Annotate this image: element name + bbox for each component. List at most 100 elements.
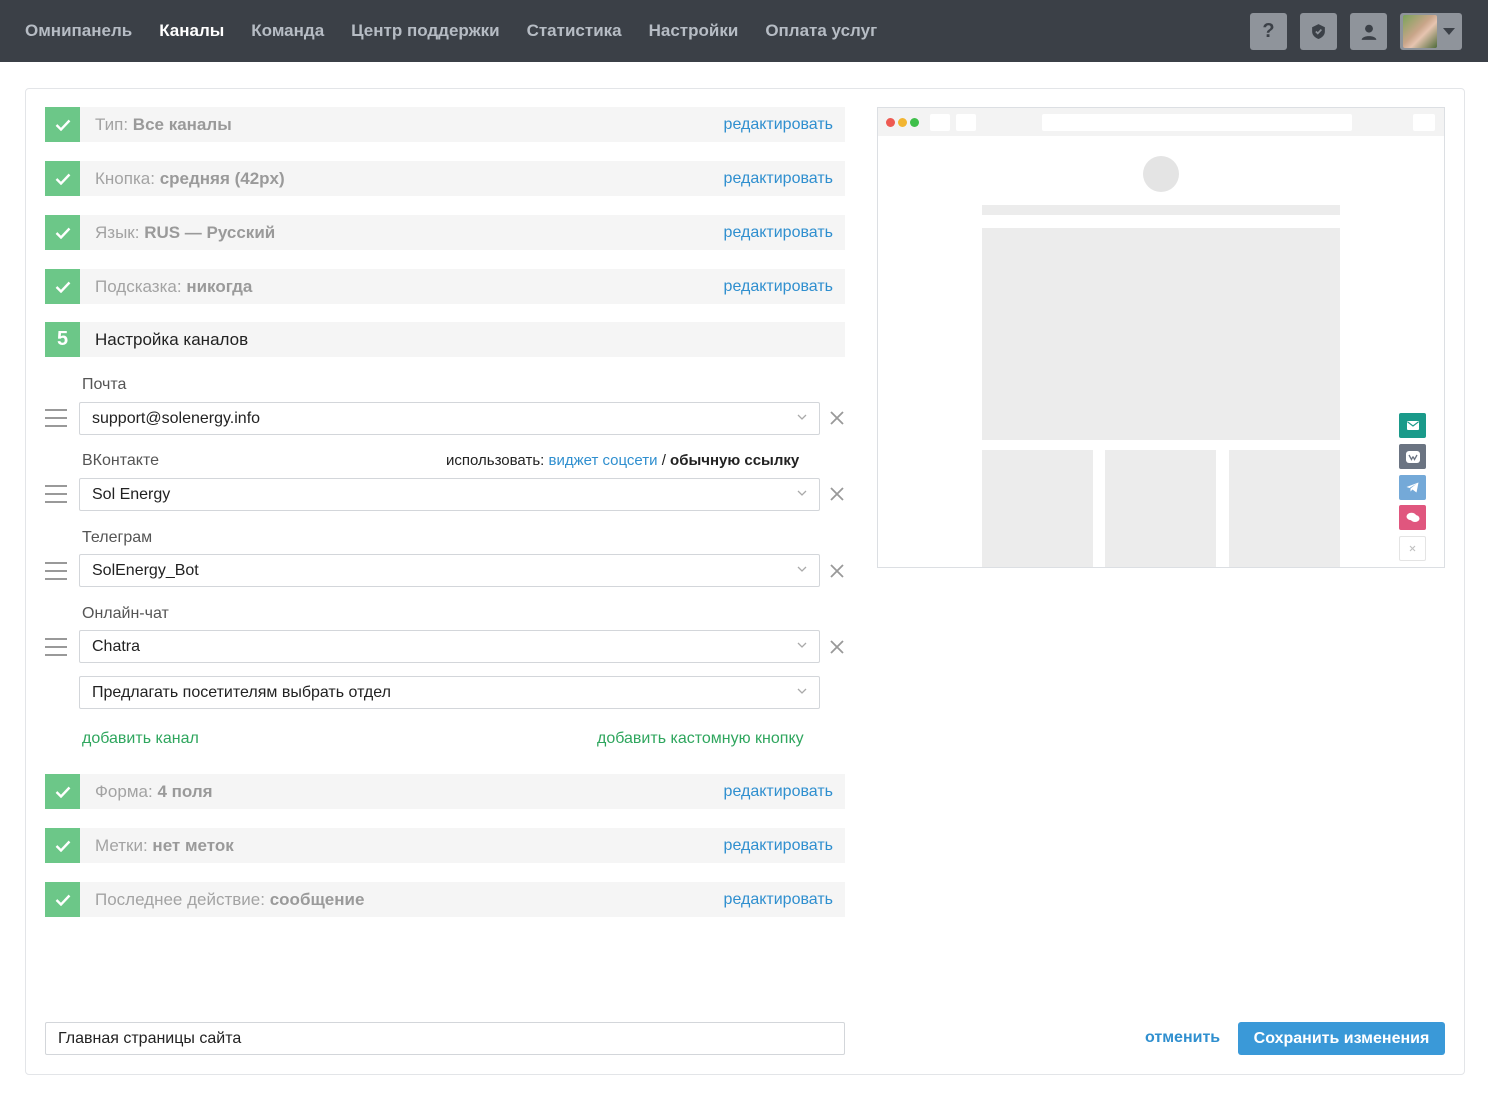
remove-telegram-icon[interactable] xyxy=(829,563,845,579)
email-select[interactable]: support@solenergy.info xyxy=(79,402,820,435)
top-icons: ? xyxy=(1237,13,1462,50)
nav-settings[interactable]: Настройки xyxy=(649,21,739,41)
close-icon xyxy=(1409,545,1416,552)
channel-label-email: Почта xyxy=(82,376,127,393)
check-icon xyxy=(45,269,80,304)
remove-vk-icon[interactable] xyxy=(829,486,845,502)
chevron-down-icon xyxy=(797,642,807,648)
nav-omnipanel[interactable]: Омнипанель xyxy=(25,21,132,41)
check-icon xyxy=(45,774,80,809)
maximize-dot xyxy=(910,118,919,127)
page-name-value: Главная страницы сайта xyxy=(58,1029,242,1047)
edit-link[interactable]: редактировать xyxy=(724,278,833,296)
shield-button[interactable] xyxy=(1300,13,1337,50)
account-menu[interactable] xyxy=(1400,13,1462,50)
preview-chat-button xyxy=(1399,505,1426,530)
chevron-down-icon xyxy=(797,688,807,694)
save-button[interactable]: Сохранить изменения xyxy=(1238,1022,1445,1055)
check-icon xyxy=(45,828,80,863)
check-icon xyxy=(45,882,80,917)
drag-handle-icon[interactable] xyxy=(45,485,67,503)
edit-link[interactable]: редактировать xyxy=(724,783,833,801)
preview-vk-button xyxy=(1399,444,1426,469)
preview-email-button xyxy=(1399,413,1426,438)
step-summary: Язык: RUS — Русский xyxy=(95,222,276,242)
remove-email-icon[interactable] xyxy=(829,410,845,426)
nav-team[interactable]: Команда xyxy=(251,21,324,41)
nav-support-center[interactable]: Центр поддержки xyxy=(351,21,499,41)
step-summary: Метки: нет меток xyxy=(95,835,234,855)
step-number: 5 xyxy=(45,322,80,357)
chevron-down-icon xyxy=(797,414,807,420)
vk-icon xyxy=(1405,450,1420,463)
vk-link-option[interactable]: обычную ссылку xyxy=(670,452,799,469)
step-summary: Подсказка: никогда xyxy=(95,276,253,296)
channel-label-vk: ВКонтакте xyxy=(82,452,159,469)
remove-online-chat-icon[interactable] xyxy=(829,639,845,655)
edit-link[interactable]: редактировать xyxy=(724,116,833,134)
nav-channels[interactable]: Каналы xyxy=(159,21,224,41)
main-nav: Омнипанель Каналы Команда Центр поддержк… xyxy=(25,0,904,62)
step-channels-setup: 5 Настройка каналов xyxy=(45,322,845,357)
step-last-action: Последнее действие: сообщение редактиров… xyxy=(45,882,845,917)
telegram-select[interactable]: SolEnergy_Bot xyxy=(79,554,820,587)
check-icon xyxy=(45,215,80,250)
step-form: Форма: 4 поля редактировать xyxy=(45,774,845,809)
vk-select-value: Sol Energy xyxy=(92,485,171,503)
widget-preview xyxy=(877,107,1445,568)
step-button: Кнопка: средняя (42px) редактировать xyxy=(45,161,845,196)
vk-widget-option[interactable]: виджет соцсети xyxy=(548,452,657,469)
email-select-value: support@solenergy.info xyxy=(92,409,261,427)
placeholder-block xyxy=(1229,450,1340,567)
close-dot xyxy=(886,118,895,127)
drag-handle-icon[interactable] xyxy=(45,562,67,580)
chevron-down-icon xyxy=(797,490,807,496)
edit-link[interactable]: редактировать xyxy=(724,891,833,909)
drag-handle-icon[interactable] xyxy=(45,409,67,427)
avatar xyxy=(1403,15,1437,48)
add-channel-link[interactable]: добавить канал xyxy=(82,730,199,748)
check-icon xyxy=(45,107,80,142)
user-icon xyxy=(1361,24,1376,40)
vk-use-separator: / xyxy=(661,452,666,469)
vk-select[interactable]: Sol Energy xyxy=(79,478,820,511)
chat-department-value: Предлагать посетителям выбрать отдел xyxy=(92,683,391,701)
help-button[interactable]: ? xyxy=(1250,13,1287,50)
vk-use-prefix: использовать: xyxy=(446,452,545,469)
chat-bubble-icon xyxy=(1406,512,1419,522)
channel-label-telegram: Телеграм xyxy=(82,529,153,546)
vk-use-mode: использовать: виджет соцсети / обычную с… xyxy=(446,452,799,469)
cancel-button[interactable]: отменить xyxy=(1145,1029,1220,1047)
drag-handle-icon[interactable] xyxy=(45,638,67,656)
online-chat-select[interactable]: Chatra xyxy=(79,630,820,663)
browser-tab xyxy=(930,114,950,131)
telegram-icon xyxy=(1406,482,1419,493)
placeholder-heading xyxy=(982,205,1340,215)
minimize-dot xyxy=(898,118,907,127)
channel-label-online-chat: Онлайн-чат xyxy=(82,605,169,622)
browser-chrome xyxy=(878,108,1444,136)
step-title: Настройка каналов xyxy=(95,329,249,349)
chat-department-select[interactable]: Предлагать посетителям выбрать отдел xyxy=(79,676,820,709)
step-type: Тип: Все каналы редактировать xyxy=(45,107,845,142)
envelope-icon xyxy=(1406,421,1419,430)
placeholder-logo xyxy=(1143,156,1179,192)
address-bar xyxy=(1042,114,1352,131)
edit-link[interactable]: редактировать xyxy=(724,170,833,188)
step-summary: Форма: 4 поля xyxy=(95,781,213,801)
step-hint: Подсказка: никогда редактировать xyxy=(45,269,845,304)
step-summary: Кнопка: средняя (42px) xyxy=(95,168,285,188)
placeholder-block xyxy=(1105,450,1216,567)
nav-billing[interactable]: Оплата услуг xyxy=(765,21,877,41)
check-icon xyxy=(45,161,80,196)
add-custom-button-link[interactable]: добавить кастомную кнопку xyxy=(597,730,804,748)
edit-link[interactable]: редактировать xyxy=(724,224,833,242)
placeholder-hero xyxy=(982,228,1340,440)
nav-statistics[interactable]: Статистика xyxy=(527,21,622,41)
profile-button[interactable] xyxy=(1350,13,1387,50)
edit-link[interactable]: редактировать xyxy=(724,837,833,855)
telegram-select-value: SolEnergy_Bot xyxy=(92,561,199,579)
page-name-input[interactable]: Главная страницы сайта xyxy=(45,1022,845,1055)
step-language: Язык: RUS — Русский редактировать xyxy=(45,215,845,250)
preview-close-button xyxy=(1399,536,1426,561)
